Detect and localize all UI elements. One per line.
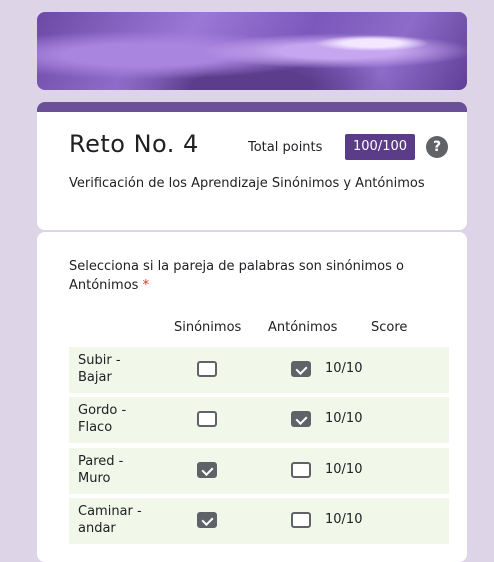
row-label: Pared - Muro <box>78 454 124 486</box>
total-points-label: Total points <box>248 140 323 155</box>
grid-row: Caminar - andar 10/10 <box>69 498 449 544</box>
form-header-card: Reto No. 4 Total points 100/100 ? Verifi… <box>37 102 467 230</box>
checkbox-antonimos[interactable] <box>291 512 311 528</box>
row-score: 10/10 <box>325 462 363 477</box>
column-header-antonimos: Antónimos <box>268 320 338 335</box>
column-header-score: Score <box>371 320 408 335</box>
grid-row: Gordo - Flaco 10/10 <box>69 397 449 443</box>
checkbox-antonimos[interactable] <box>291 462 311 478</box>
checkbox-antonimos[interactable] <box>291 361 311 377</box>
points-badge: 100/100 <box>345 134 416 160</box>
question-card: Selecciona si la pareja de palabras son … <box>37 232 467 562</box>
row-label: Subir - Bajar <box>78 353 121 385</box>
checkbox-sinonimos[interactable] <box>197 361 217 377</box>
checkbox-sinonimos[interactable] <box>197 411 217 427</box>
column-header-sinonimos: Sinónimos <box>174 320 242 335</box>
checkbox-sinonimos[interactable] <box>197 462 217 478</box>
form-title: Reto No. 4 <box>69 130 199 158</box>
form-description: Verificación de los Aprendizaje Sinónimo… <box>69 176 425 191</box>
row-label: Gordo - Flaco <box>78 403 127 435</box>
required-mark: * <box>142 278 150 293</box>
question-text: Selecciona si la pareja de palabras son … <box>69 257 449 295</box>
question-label: Selecciona si la pareja de palabras son … <box>69 259 404 293</box>
help-icon[interactable]: ? <box>426 136 448 158</box>
header-banner-image <box>37 12 467 90</box>
grid-row: Subir - Bajar 10/10 <box>69 347 449 393</box>
checkbox-sinonimos[interactable] <box>197 512 217 528</box>
checkbox-antonimos[interactable] <box>291 411 311 427</box>
row-score: 10/10 <box>325 512 363 527</box>
row-label: Caminar - andar <box>78 504 142 536</box>
grid-row: Pared - Muro 10/10 <box>69 448 449 494</box>
row-score: 10/10 <box>325 361 363 376</box>
row-score: 10/10 <box>325 411 363 426</box>
